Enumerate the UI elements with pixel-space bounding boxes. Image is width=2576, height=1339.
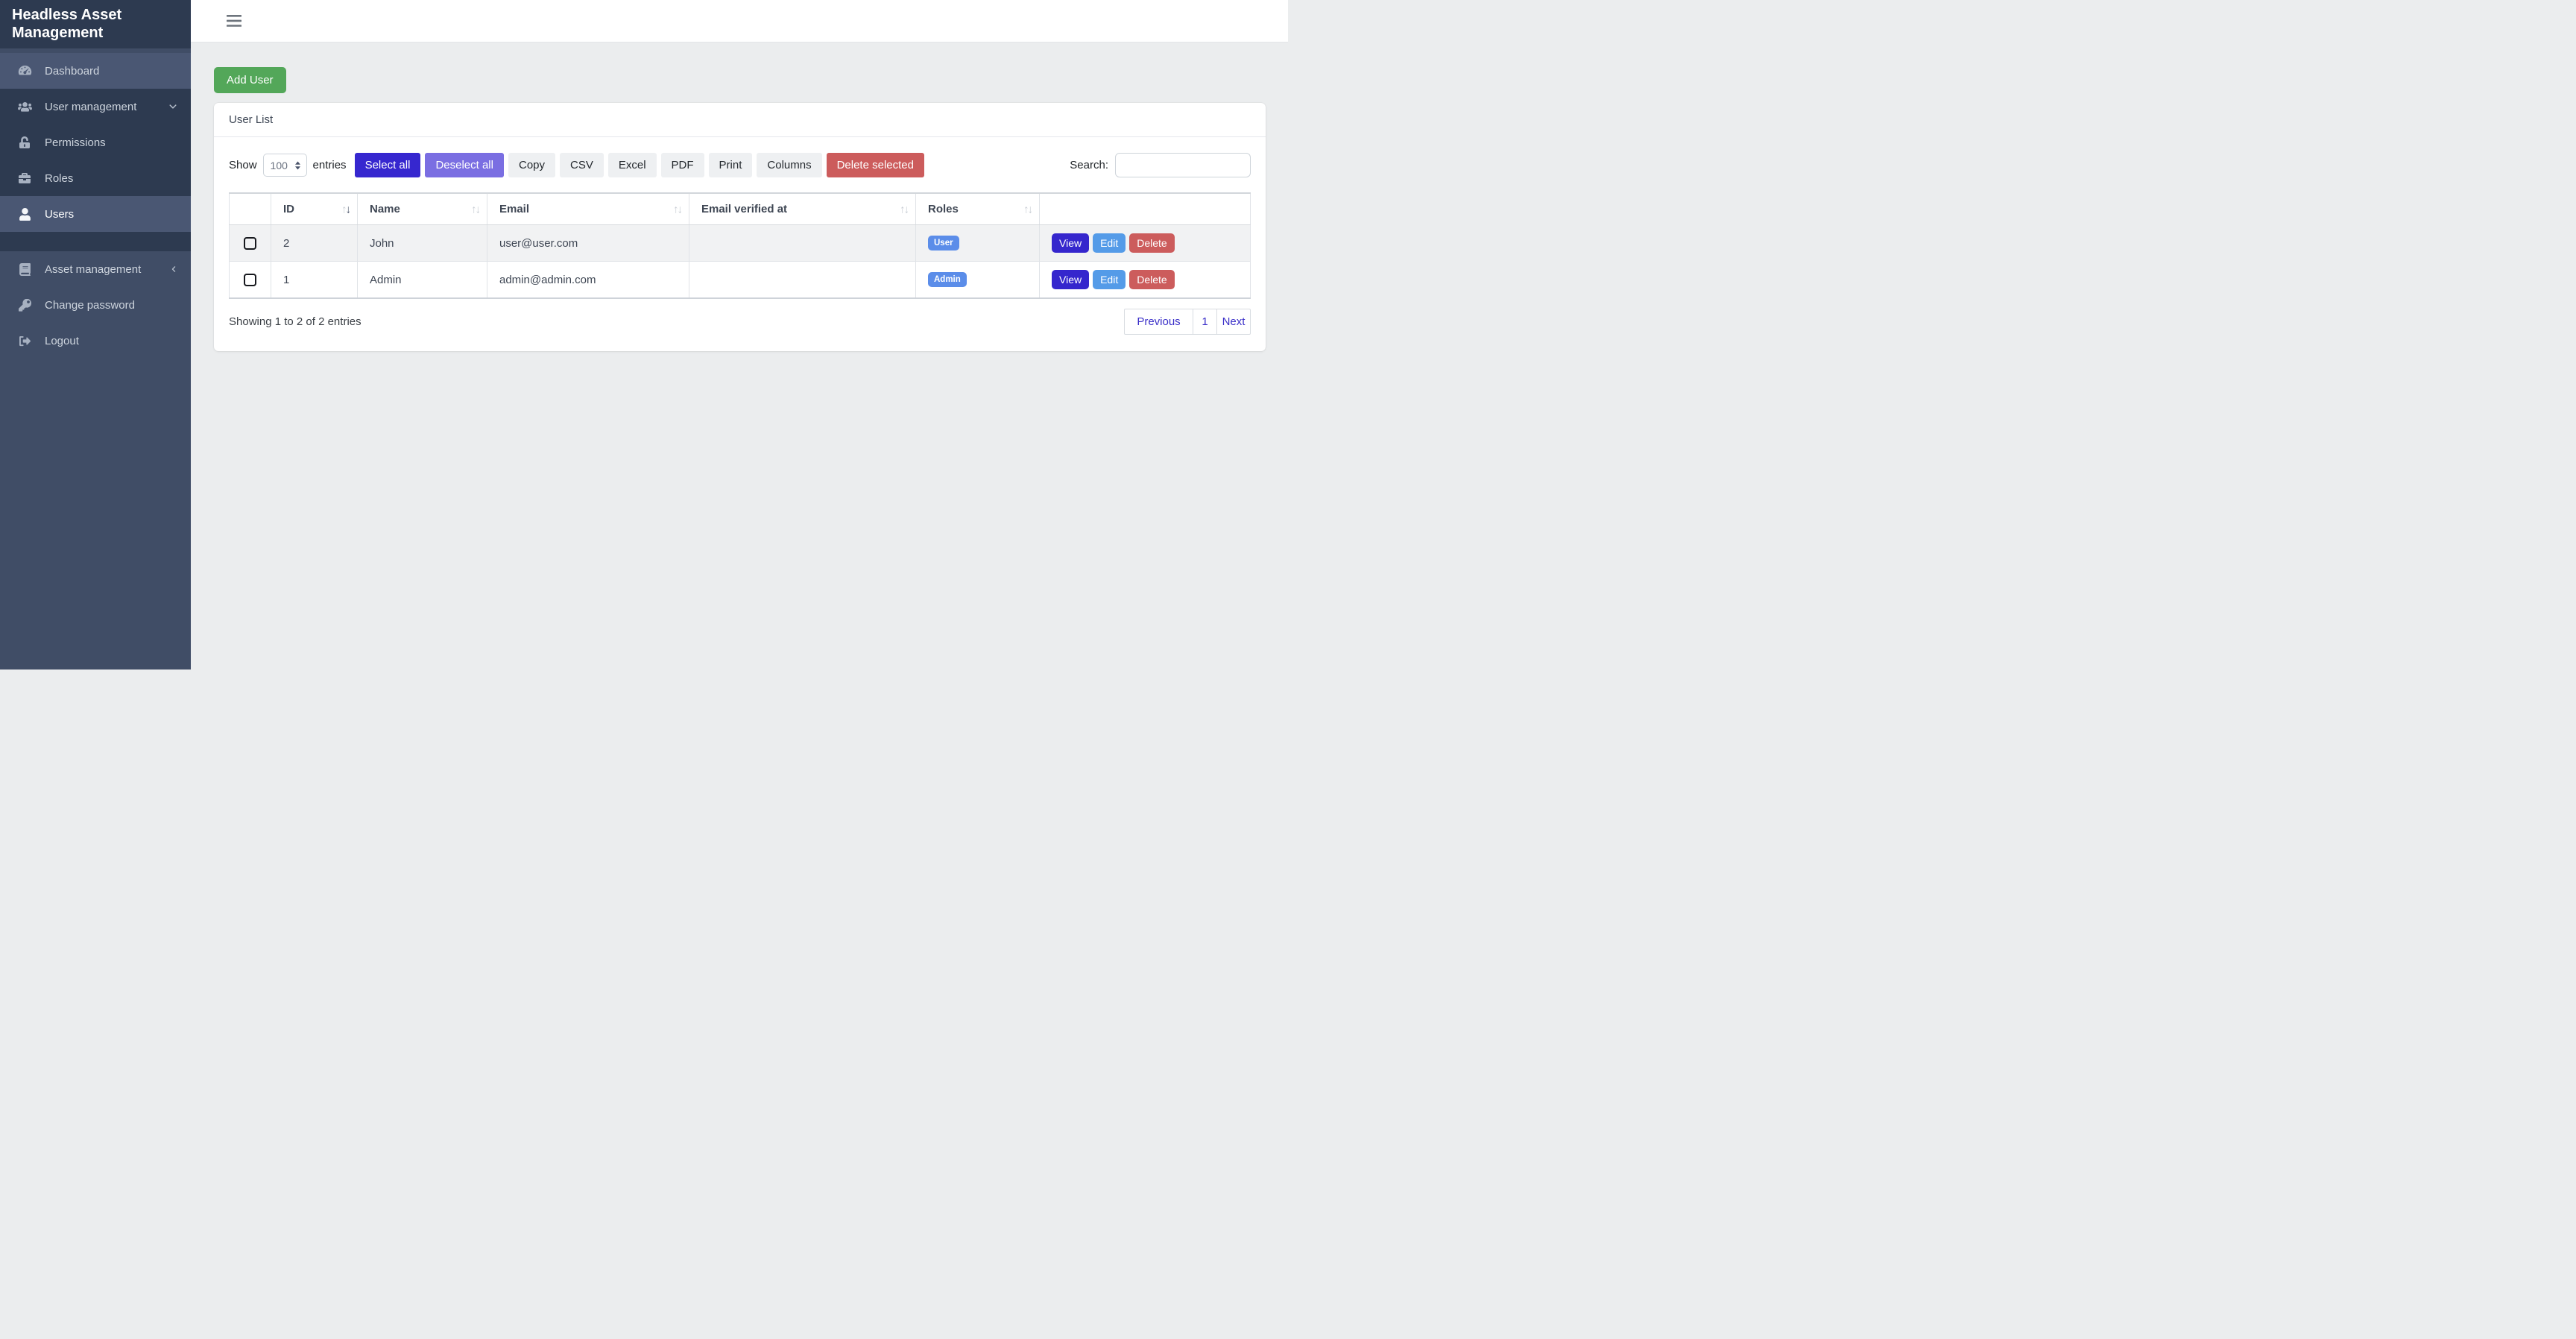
csv-button[interactable]: CSV — [560, 153, 604, 177]
sidebar-item-label: Change password — [45, 299, 135, 312]
signout-icon — [16, 335, 34, 347]
sidebar-item-label: User management — [45, 101, 136, 113]
view-button[interactable]: View — [1052, 270, 1089, 289]
show-label: Show — [229, 159, 257, 171]
column-header-roles[interactable]: Roles ↑↓ — [916, 193, 1040, 225]
brand: Headless Asset Management — [0, 0, 191, 48]
sort-icon: ↑↓ — [673, 203, 681, 215]
sidebar-item-label: Roles — [45, 172, 73, 185]
briefcase-icon — [16, 172, 34, 184]
role-badge: Admin — [928, 272, 967, 288]
column-header-email[interactable]: Email ↑↓ — [487, 193, 689, 225]
pagination-next[interactable]: Next — [1216, 309, 1251, 335]
header-actions-column — [1040, 193, 1251, 225]
cell-id: 1 — [271, 262, 358, 299]
tachometer-icon — [16, 65, 34, 77]
search-input[interactable] — [1115, 153, 1251, 177]
user-table-wrap: ID ↑↓ Name ↑↓ Email ↑↓ — [229, 192, 1251, 299]
chevron-left-icon — [170, 265, 177, 274]
table-info: Showing 1 to 2 of 2 entries — [229, 315, 362, 328]
sort-icon: ↑↓ — [1023, 203, 1032, 215]
cell-id: 2 — [271, 225, 358, 262]
columns-button[interactable]: Columns — [757, 153, 821, 177]
sidebar-item-roles[interactable]: Roles — [0, 160, 191, 196]
sidebar-item-permissions[interactable]: Permissions — [0, 125, 191, 160]
pagination: Previous 1 Next — [1124, 309, 1251, 335]
column-header-id[interactable]: ID ↑↓ — [271, 193, 358, 225]
table-controls: Show 100 entries Select all Deselect all… — [229, 153, 1251, 177]
key-icon — [16, 299, 34, 312]
sidebar-group-user-management: User management Permissions Roles — [0, 89, 191, 251]
sidebar-item-change-password[interactable]: Change password — [0, 287, 191, 323]
delete-selected-button[interactable]: Delete selected — [827, 153, 924, 177]
sort-icon: ↑↓ — [471, 203, 479, 215]
table-row: 2 John user@user.com User ViewEditDelete — [230, 225, 1251, 262]
copy-button[interactable]: Copy — [508, 153, 555, 177]
user-icon — [16, 208, 34, 221]
cell-email: user@user.com — [487, 225, 689, 262]
add-user-button[interactable]: Add User — [214, 67, 286, 93]
users-icon — [16, 101, 34, 113]
sidebar-item-label: Dashboard — [45, 65, 99, 78]
top-navbar — [191, 0, 1288, 42]
cell-name: John — [358, 225, 487, 262]
cell-email-verified-at — [689, 262, 916, 299]
user-table: ID ↑↓ Name ↑↓ Email ↑↓ — [229, 192, 1251, 299]
print-button[interactable]: Print — [709, 153, 753, 177]
unlock-icon — [16, 136, 34, 148]
deselect-all-button[interactable]: Deselect all — [425, 153, 504, 177]
sidebar: Headless Asset Management Dashboard User… — [0, 0, 191, 670]
sort-icon: ↑↓ — [900, 203, 908, 215]
card-body: Show 100 entries Select all Deselect all… — [214, 137, 1266, 351]
cell-name: Admin — [358, 262, 487, 299]
pdf-button[interactable]: PDF — [661, 153, 704, 177]
column-header-name[interactable]: Name ↑↓ — [358, 193, 487, 225]
book-icon — [16, 263, 34, 276]
edit-button[interactable]: Edit — [1093, 233, 1126, 253]
excel-button[interactable]: Excel — [608, 153, 657, 177]
app-title: Headless Asset Management — [12, 7, 165, 42]
table-header-row: ID ↑↓ Name ↑↓ Email ↑↓ — [230, 193, 1251, 225]
sidebar-item-user-management[interactable]: User management — [0, 89, 191, 125]
delete-button[interactable]: Delete — [1129, 233, 1174, 253]
card-title: User List — [214, 103, 1266, 137]
sidebar-item-asset-management[interactable]: Asset management — [0, 251, 191, 287]
select-caret-icon — [294, 161, 301, 170]
entries-label: entries — [313, 159, 347, 171]
sidebar-item-dashboard[interactable]: Dashboard — [0, 53, 191, 89]
sidebar-nav: Dashboard User management Permissions — [0, 48, 191, 359]
search-area: Search: — [1070, 153, 1251, 177]
row-checkbox[interactable] — [244, 274, 256, 286]
cell-email-verified-at — [689, 225, 916, 262]
chevron-down-icon — [168, 102, 177, 111]
table-row: 1 Admin admin@admin.com Admin ViewEditDe… — [230, 262, 1251, 299]
header-checkbox-column — [230, 193, 271, 225]
main-area: Add User User List Show 100 entries Sele… — [191, 0, 1288, 670]
table-footer: Showing 1 to 2 of 2 entries Previous 1 N… — [229, 309, 1251, 335]
role-badge: User — [928, 236, 959, 251]
select-all-button[interactable]: Select all — [355, 153, 421, 177]
dt-buttons: Select all Deselect all Copy CSV Excel P… — [355, 153, 929, 177]
page-length-select[interactable]: 100 — [263, 154, 307, 177]
row-checkbox[interactable] — [244, 237, 256, 250]
column-header-email-verified-at[interactable]: Email verified at ↑↓ — [689, 193, 916, 225]
edit-button[interactable]: Edit — [1093, 270, 1126, 289]
sidebar-item-label: Logout — [45, 335, 79, 347]
pagination-previous[interactable]: Previous — [1124, 309, 1193, 335]
sidebar-item-users[interactable]: Users — [0, 196, 191, 232]
cell-email: admin@admin.com — [487, 262, 689, 299]
sidebar-item-label: Permissions — [45, 136, 106, 149]
view-button[interactable]: View — [1052, 233, 1089, 253]
page-content: Add User User List Show 100 entries Sele… — [191, 42, 1288, 351]
hamburger-menu-icon[interactable] — [227, 15, 242, 27]
page-length-value: 100 — [271, 160, 288, 171]
sidebar-item-label: Users — [45, 208, 74, 221]
search-label: Search: — [1070, 159, 1108, 171]
sidebar-item-logout[interactable]: Logout — [0, 323, 191, 359]
delete-button[interactable]: Delete — [1129, 270, 1174, 289]
sidebar-item-label: Asset management — [45, 263, 141, 276]
sort-icon: ↑↓ — [341, 203, 350, 215]
pagination-page-1[interactable]: 1 — [1193, 309, 1217, 335]
user-list-card: User List Show 100 entries Select all De… — [214, 103, 1266, 351]
